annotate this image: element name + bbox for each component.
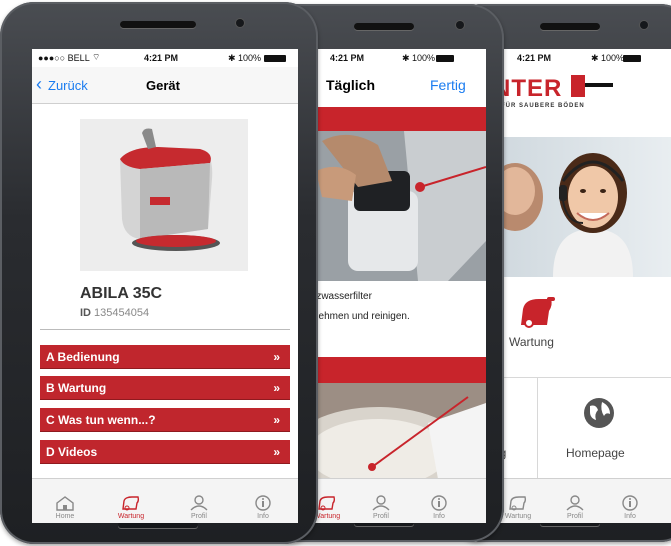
- tab-info-label: Info: [433, 513, 445, 520]
- info-icon: [622, 495, 638, 511]
- tile-wartung[interactable]: Wartung: [493, 277, 671, 378]
- divider: [40, 329, 290, 330]
- tab-profil[interactable]: Profil: [550, 495, 600, 520]
- tab-wartung-label: Wartung: [117, 513, 145, 520]
- menu-item-label: A Bedienung: [46, 350, 120, 364]
- tab-wartung-label: Wartung: [504, 513, 532, 520]
- section-band: [308, 357, 486, 383]
- home-icon: [56, 496, 74, 511]
- back-button[interactable]: Zurück: [48, 78, 88, 93]
- person-icon: [372, 495, 390, 511]
- tab-profil-label: Profil: [373, 513, 389, 520]
- logo-mark: [571, 75, 585, 97]
- brush-photo: [308, 383, 486, 499]
- status-battery: 100%: [412, 53, 436, 63]
- status-battery: 100%: [238, 53, 262, 63]
- wifi-icon: ⌔: [92, 52, 101, 62]
- machine-icon: [318, 496, 336, 511]
- menu-item-was-tun-wenn[interactable]: C Was tun wenn...? »: [40, 408, 290, 432]
- tab-profil[interactable]: Profil: [356, 495, 406, 520]
- double-chevron-icon: »: [273, 413, 280, 427]
- bluetooth-icon: ✱: [402, 53, 410, 63]
- tab-info-label: Info: [624, 513, 636, 520]
- logo-subtitle: K FÜR SAUBERE BÖDEN: [493, 103, 585, 109]
- tab-bar: Wartung Profil Info: [308, 478, 486, 523]
- back-chevron-icon[interactable]: ‹: [36, 74, 42, 95]
- status-bar: ●●●○○ BELL ⌔ 4:21 PM ✱ 100%: [32, 49, 298, 67]
- screen-left: ●●●○○ BELL ⌔ 4:21 PM ✱ 100% ‹ Zurück Ger…: [32, 49, 298, 523]
- tab-info[interactable]: Info: [238, 495, 288, 520]
- status-time: 4:21 PM: [144, 53, 179, 63]
- tab-wartung[interactable]: Wartung: [106, 495, 156, 520]
- done-button[interactable]: Fertig: [430, 77, 466, 93]
- tab-bar: Home Wartung Profil Info: [32, 478, 298, 523]
- battery-icon: [623, 55, 641, 62]
- person-icon: [190, 495, 208, 511]
- bluetooth-icon: ✱: [591, 53, 599, 63]
- tab-profil-label: Profil: [191, 513, 207, 520]
- tab-wartung-label: Wartung: [313, 513, 341, 520]
- menu-item-label: D Videos: [46, 445, 98, 459]
- tab-home[interactable]: Home: [40, 495, 90, 520]
- tab-info-label: Info: [257, 513, 269, 520]
- menu-item-videos[interactable]: D Videos »: [40, 440, 290, 464]
- menu-item-label: B Wartung: [46, 381, 107, 395]
- nav-bar: ‹ Zurück Gerät: [32, 67, 298, 104]
- instruction-line-2: snehmen und reinigen.: [308, 311, 410, 322]
- machine-icon: [122, 496, 140, 511]
- tile-wartung-label: Wartung: [509, 335, 554, 349]
- tab-info[interactable]: Info: [414, 495, 464, 520]
- tab-home-label: Home: [55, 513, 75, 520]
- brand-logo: NTER K FÜR SAUBERE BÖDEN: [493, 69, 671, 109]
- page-title: Gerät: [146, 78, 180, 93]
- machine-icon: [509, 496, 527, 511]
- screen-right: 4:21 PM ✱ 100% NTER K FÜR SAUBERE BÖDEN: [493, 49, 671, 523]
- globe-icon: [584, 398, 614, 428]
- menu-item-bedienung[interactable]: A Bedienung »: [40, 345, 290, 369]
- nav-bar: Täglich Fertig: [308, 67, 486, 103]
- camera-icon: [456, 21, 464, 29]
- double-chevron-icon: »: [273, 445, 280, 459]
- tab-profil[interactable]: Profil: [174, 495, 224, 520]
- scrubber-icon: [521, 297, 555, 328]
- camera-icon: [640, 21, 648, 29]
- status-bar: 4:21 PM ✱ 100%: [493, 49, 671, 67]
- menu-item-wartung[interactable]: B Wartung »: [40, 376, 290, 400]
- camera-icon: [236, 19, 244, 27]
- double-chevron-icon: »: [273, 381, 280, 395]
- status-battery: 100%: [601, 53, 625, 63]
- battery-icon: [264, 55, 286, 62]
- device-name: ABILA 35C: [80, 285, 163, 302]
- screen-middle: 4:21 PM ✱ 100% Täglich Fertig utzwasserf…: [308, 49, 486, 523]
- filter-photo: [308, 131, 486, 281]
- person-icon: [566, 495, 584, 511]
- menu-item-label: C Was tun wenn...?: [46, 413, 156, 427]
- tab-bar: Wartung Profil Info: [493, 478, 671, 523]
- device-id-value: 135454054: [94, 307, 150, 319]
- page-title: Täglich: [326, 77, 376, 93]
- tab-profil-label: Profil: [567, 513, 583, 520]
- double-chevron-icon: »: [273, 350, 280, 364]
- status-bar: 4:21 PM ✱ 100%: [308, 49, 486, 67]
- header-band: [308, 107, 486, 131]
- status-time: 4:21 PM: [330, 53, 365, 63]
- info-icon: [431, 495, 447, 511]
- status-carrier: ●●●○○ BELL: [38, 53, 90, 63]
- status-time: 4:21 PM: [517, 53, 552, 63]
- device-image: [80, 119, 248, 271]
- tab-info[interactable]: Info: [605, 495, 655, 520]
- logo-bar: [585, 83, 613, 87]
- support-agent-photo: [493, 137, 671, 277]
- info-icon: [255, 495, 271, 511]
- speaker-grille: [540, 23, 600, 30]
- phone-left: ●●●○○ BELL ⌔ 4:21 PM ✱ 100% ‹ Zurück Ger…: [0, 2, 318, 544]
- tile-homepage-label: Homepage: [566, 446, 625, 460]
- speaker-grille: [354, 23, 414, 30]
- bluetooth-icon: ✱: [228, 53, 236, 63]
- battery-icon: [436, 55, 454, 62]
- device-id-label: ID: [80, 307, 91, 319]
- tile-homepage[interactable]: Homepage: [538, 378, 671, 478]
- speaker-grille: [120, 21, 196, 28]
